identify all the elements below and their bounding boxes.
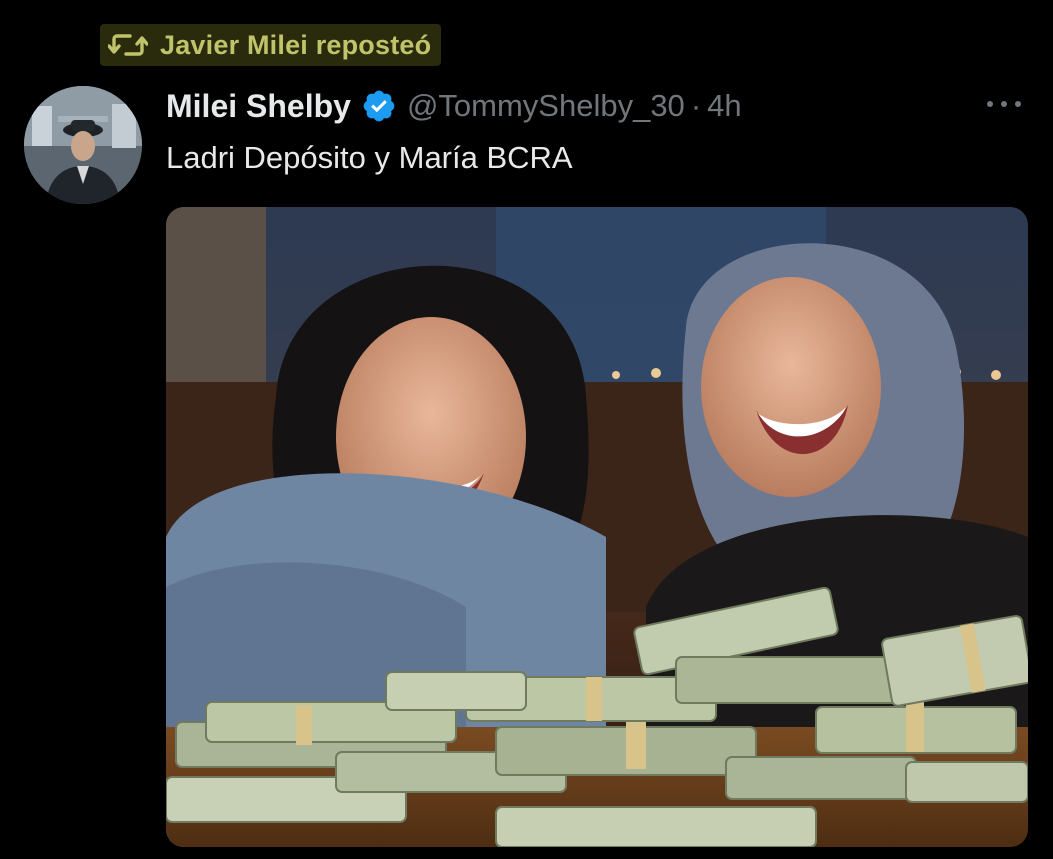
photo-illustration [166,207,1028,847]
tweet-media-photo[interactable] [166,207,1028,847]
author-display-name[interactable]: Milei Shelby [166,88,351,125]
tweet-timestamp[interactable]: 4h [707,88,741,124]
more-icon[interactable] [978,86,1030,122]
author-handle[interactable]: @TommyShelby_30 [407,88,685,124]
tweet-text: Ladri Depósito y María BCRA [166,140,573,175]
header-separator: · [690,88,702,123]
verified-badge-icon[interactable] [361,88,397,124]
repost-indicator[interactable]: Javier Milei reposteó [100,24,442,66]
tweet-header: Milei Shelby @TommyShelby_30 · 4h [166,82,742,130]
author-avatar[interactable] [24,86,142,204]
repost-label: Javier Milei reposteó [160,29,432,60]
repost-icon [106,29,150,61]
